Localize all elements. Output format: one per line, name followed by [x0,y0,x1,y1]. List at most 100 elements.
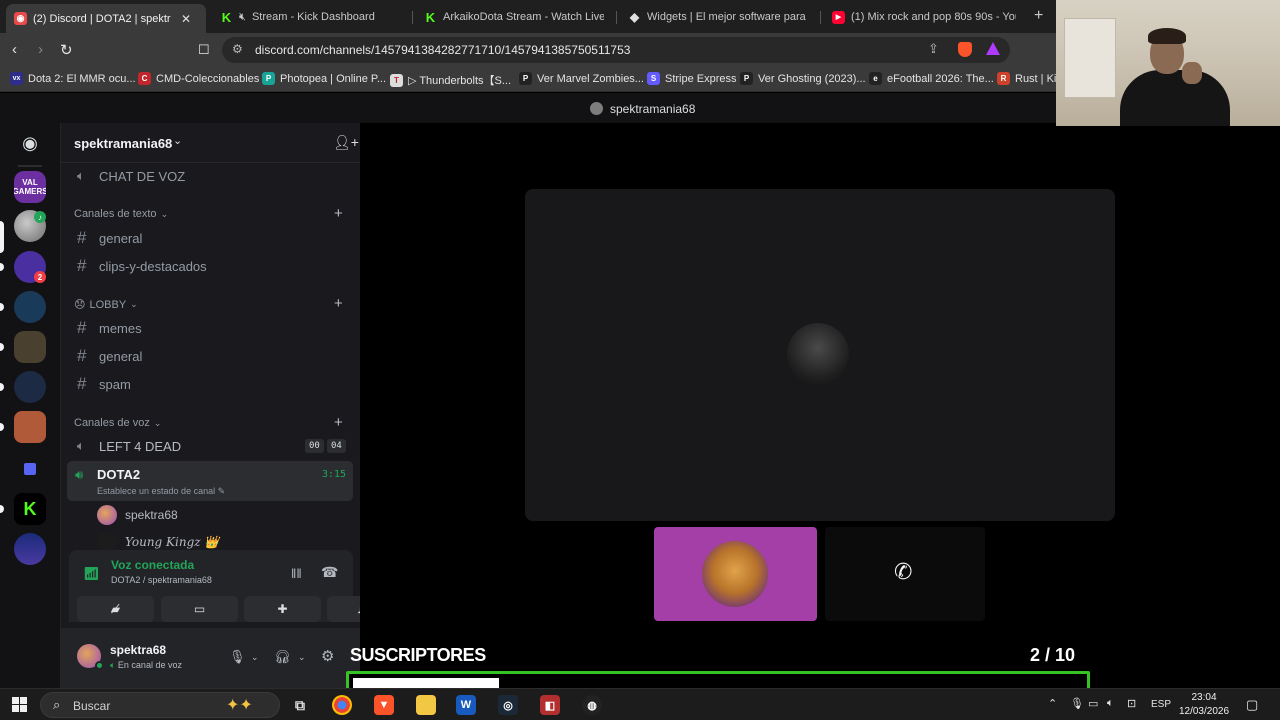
brave-icon[interactable]: ▼ [374,695,394,715]
steam-icon[interactable]: ◎ [498,695,518,715]
address-bar[interactable]: ⚙ discord.com/channels/14579413842827717… [222,37,1010,63]
bookmark-item[interactable]: T ▷ Thunderbolts【S... [390,72,511,88]
chevron-down-icon[interactable]: ⌄ [298,652,306,663]
unread-pill [0,423,4,431]
bookmark-item[interactable]: R Rust | Kic [997,72,1062,85]
server-rail: ◉ VAL GAMERS ♪ 2 K [0,123,60,688]
server-icon[interactable] [14,411,46,443]
voice-connected-title[interactable]: Voz conectada [111,558,194,572]
tab-discord[interactable]: ◉ (2) Discord | DOTA2 | spektra ✕ [6,4,206,33]
server-icon[interactable] [14,331,46,363]
hash-icon: # [77,318,87,337]
task-view-icon[interactable]: ⧉ [290,695,310,715]
obs-icon[interactable]: ◍ [582,695,602,715]
new-tab-button[interactable]: + [1034,7,1043,25]
server-name[interactable]: spektramania68 [74,136,172,151]
word-icon[interactable]: W [456,695,476,715]
chevron-down-icon[interactable]: ⌄ [251,652,259,663]
bookmark-item[interactable]: P Photopea | Online P... [262,72,386,85]
voice-connected-subtitle[interactable]: DOTA2 / spektramania68 [111,575,212,585]
create-channel-button[interactable]: + [334,205,343,222]
hash-icon: # [77,228,87,247]
bookmark-item[interactable]: C CMD-Coleccionables [138,72,259,85]
reload-button[interactable]: ↻ [60,41,73,59]
category-voice-channels[interactable]: Canales de voz ⌄ [74,417,161,429]
server-icon[interactable] [14,533,46,565]
server-icon[interactable] [14,291,46,323]
create-channel-button[interactable]: + [334,295,343,312]
back-button[interactable]: ‹ [12,41,17,58]
chevron-up-icon[interactable]: ⌃ [1048,697,1057,710]
bookmark-item[interactable]: P Ver Ghosting (2023)... [740,72,866,85]
text-channel-clips[interactable]: # clips-y-destacados [69,253,353,279]
unread-pill [0,303,4,311]
voice-user[interactable]: spektra68 [97,504,178,526]
category-lobby[interactable]: 😞︎ LOBBY ⌄ [74,298,138,312]
microphone-tray-icon[interactable]: 🎙︎ [1070,697,1084,710]
server-kick-icon[interactable]: K [14,493,46,525]
participant-tile-spektra68[interactable] [654,527,817,621]
activities-icon: ✚ [277,602,288,616]
brave-shields-icon[interactable] [958,42,972,57]
camera-off-button[interactable]: ▰̸ [77,596,154,622]
folder-icon[interactable] [14,453,46,485]
participant-tile-young-kingz[interactable]: ✆ [825,527,985,621]
chrome-icon[interactable] [332,695,352,715]
bookmark-favicon-icon: T [390,73,403,87]
headphones-icon[interactable]: 🎧︎ [274,649,291,665]
server-header[interactable]: spektramania68 ⌄ 👤︎+ [61,123,361,163]
clock-time: 23:04 [1191,692,1217,703]
activities-button[interactable]: ✚ [244,596,321,622]
category-text-channels[interactable]: Canales de texto ⌄ [74,208,168,220]
voice-channel-chat-de-voz[interactable]: 🔈︎ CHAT DE VOZ [69,163,353,189]
battery-icon[interactable]: ▭ [1088,697,1098,710]
text-channel-general-lobby[interactable]: # general [69,343,353,369]
text-channel-spam[interactable]: # spam [69,371,353,397]
bookmark-page-button[interactable]: ☐ [198,42,210,58]
create-channel-button[interactable]: + [334,414,343,431]
user-name[interactable]: spektra68 [110,643,166,657]
dota2-icon[interactable]: ◧ [540,695,560,715]
volume-icon[interactable]: 🔈︎ [1107,697,1114,710]
chevron-down-icon[interactable]: ⌄ [173,134,182,147]
bookmark-item[interactable]: vx Dota 2: El MMR ocu... [10,72,136,85]
url-text[interactable]: discord.com/channels/1457941384282771710… [255,43,630,57]
taskbar-clock[interactable]: 23:04 12/03/2026 [1174,691,1234,719]
forward-button[interactable]: › [38,41,43,58]
tab-arkaiko-stream[interactable]: K ArkaikoDota Stream - Watch Live on [416,4,612,30]
signal-icon[interactable]: 📶︎ [83,566,100,582]
language-indicator[interactable]: ESP [1151,699,1171,710]
brave-rewards-icon[interactable] [986,42,1000,55]
file-explorer-icon[interactable] [416,695,436,715]
invite-people-icon[interactable]: 👤︎+ [333,134,359,151]
tab-kick-dashboard[interactable]: K 🔇︎ Stream - Kick Dashboard [212,4,408,30]
discord-home-button[interactable]: ◉ [14,127,46,159]
gear-icon[interactable]: ⚙ [321,647,334,665]
site-settings-icon[interactable]: ⚙ [232,42,243,56]
windows-start-icon[interactable] [12,697,27,712]
server-arkaiko-icon[interactable] [14,371,46,403]
share-icon[interactable]: ⇪ [928,41,939,57]
screen-share-button[interactable]: ▭ [161,596,238,622]
noise-suppression-icon[interactable]: ‖‖ [291,566,302,581]
microphone-icon[interactable]: 🎙︎ [229,649,246,665]
network-icon[interactable]: ⊡ [1127,697,1136,710]
text-channel-general[interactable]: # general [69,225,353,251]
tab-youtube[interactable]: ▶ (1) Mix rock and pop 80s 90s - YouTu [824,4,1024,30]
bookmark-item[interactable]: S Stripe Express [647,72,737,85]
notifications-icon[interactable]: ▢ [1246,697,1258,713]
voice-channel-dota2[interactable]: 🔊︎ DOTA2 3:15 Establece un estado de can… [67,461,353,501]
pencil-icon: ✎ [217,486,226,496]
channel-status[interactable]: Establece un estado de canal ✎ [97,486,225,497]
bookmark-item[interactable]: e eFootball 2026: The... [869,72,994,85]
disconnect-icon[interactable]: ☎︎ [321,564,338,581]
close-tab-icon[interactable]: ✕ [181,12,191,26]
server-val-gamers-icon[interactable]: VAL GAMERS [14,171,46,203]
text-channel-memes[interactable]: # memes [69,315,353,341]
tab-widgets[interactable]: ◆ Widgets | El mejor software para pot [620,4,816,30]
main-participant-tile[interactable] [525,189,1115,521]
user-count-badge: 00 [305,439,324,453]
taskbar-search[interactable]: ⌕ Buscar ✦✦ [40,692,280,718]
muted-speaker-icon[interactable]: 🔇︎ [239,11,246,24]
bookmark-item[interactable]: P Ver Marvel Zombies... [519,72,644,85]
